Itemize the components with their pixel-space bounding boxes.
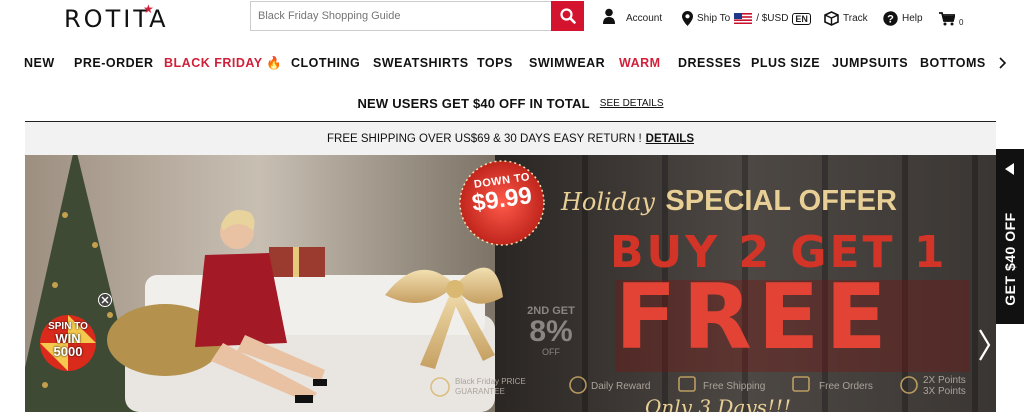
cart-link[interactable]: 0 (939, 11, 963, 27)
nav-item-warm[interactable]: WARM (619, 56, 661, 70)
nav-item-sweatshirts[interactable]: SWEATSHIRTS (373, 56, 469, 70)
second-get-off: OFF (542, 347, 560, 357)
track-box-icon (824, 11, 839, 26)
only-3-days-script: Only 3 Days!!! (645, 395, 792, 412)
main-nav: NEW PRE-ORDER BLACK FRIDAY 🔥 CLOTHING SW… (0, 46, 1024, 80)
account-link[interactable]: Account (602, 8, 662, 24)
nav-item-new[interactable]: NEW (24, 56, 55, 70)
nav-item-swimwear[interactable]: SWIMWEAR (529, 56, 605, 70)
location-pin-icon (682, 11, 693, 26)
search-button[interactable] (551, 1, 584, 31)
points-2x-label: 2X Points (923, 375, 966, 386)
account-label: Account (626, 12, 663, 24)
special-offer-text: SPECIAL OFFER (665, 185, 897, 217)
help-icon: ? (883, 11, 898, 26)
nav-next-icon[interactable] (998, 57, 1007, 69)
see-details-link[interactable]: SEE DETAILS (600, 98, 664, 109)
site-logo[interactable]: ROTITA ★ (64, 2, 169, 33)
daily-reward-label: Daily Reward (591, 381, 651, 392)
nav-item-clothing[interactable]: CLOTHING (291, 56, 360, 70)
cart-count: 0 (959, 18, 964, 27)
nav-item-plus-size[interactable]: PLUS SIZE (751, 56, 820, 70)
logo-star-icon: ★ (143, 2, 157, 16)
search-input[interactable] (251, 2, 551, 30)
nav-item-bottoms[interactable]: BOTTOMS (920, 56, 986, 70)
price-guarantee-label: Black Friday PRICE GUARANTEE (455, 377, 526, 396)
currency-label: / $USD (756, 13, 789, 24)
nav-item-black-friday-label: BLACK FRIDAY (164, 56, 263, 70)
search-box (250, 1, 584, 31)
free-orders-label: Free Orders (819, 381, 873, 392)
side-tab-label: GET $40 OFF (1002, 212, 1018, 306)
new-user-promo-bar: NEW USERS GET $40 OFF IN TOTAL SEE DETAI… (25, 86, 996, 122)
nav-item-black-friday[interactable]: BLACK FRIDAY 🔥 (164, 56, 282, 71)
price-badge: DOWN TO $9.99 (460, 171, 544, 217)
search-icon (559, 8, 576, 24)
new-user-promo-text: NEW USERS GET $40 OFF IN TOTAL (357, 96, 590, 111)
ship-to-selector[interactable]: Ship To / $USD EN (682, 11, 811, 26)
us-flag-icon (734, 13, 753, 24)
user-icon (603, 8, 615, 24)
hero-banner[interactable]: DOWN TO $9.99 Holiday SPECIAL OFFER BUY … (25, 155, 996, 412)
track-link[interactable]: Track (824, 11, 868, 26)
shipping-promo-bar: FREE SHIPPING OVER US$69 & 30 DAYS EASY … (25, 122, 996, 155)
points-3x-label: 3X Points (923, 386, 966, 397)
help-link[interactable]: ? Help (883, 11, 923, 26)
nav-item-tops[interactable]: TOPS (477, 56, 513, 70)
holiday-script: Holiday (561, 188, 655, 216)
nav-item-pre-order[interactable]: PRE-ORDER (74, 56, 154, 70)
get-40-off-side-tab[interactable]: GET $40 OFF (996, 149, 1024, 324)
shipping-details-link[interactable]: DETAILS (646, 133, 694, 145)
track-label: Track (843, 13, 868, 24)
language-badge[interactable]: EN (792, 12, 811, 25)
svg-text:?: ? (887, 14, 894, 26)
fire-icon: 🔥 (266, 56, 283, 70)
spin-to-win-badge[interactable]: SPIN TO WIN 5000 (38, 322, 98, 359)
cart-icon (939, 12, 955, 26)
free-text: FREE (615, 265, 893, 370)
nav-item-dresses[interactable]: DRESSES (678, 56, 741, 70)
nav-item-jumpsuits[interactable]: JUMPSUITS (832, 56, 908, 70)
holiday-special-offer: Holiday SPECIAL OFFER (561, 185, 897, 218)
site-header: ROTITA ★ Account Ship To (0, 0, 1024, 38)
expand-left-icon (1005, 163, 1014, 175)
second-get-percent: 8% (529, 315, 573, 348)
ship-to-label: Ship To (697, 13, 731, 24)
help-label: Help (902, 13, 923, 24)
free-shipping-label: Free Shipping (703, 381, 766, 392)
win-amount: 5000 (53, 344, 83, 359)
second-get-offer: 2ND GET 8% OFF (517, 305, 585, 357)
shipping-promo-text: FREE SHIPPING OVER US$69 & 30 DAYS EASY … (327, 132, 642, 145)
